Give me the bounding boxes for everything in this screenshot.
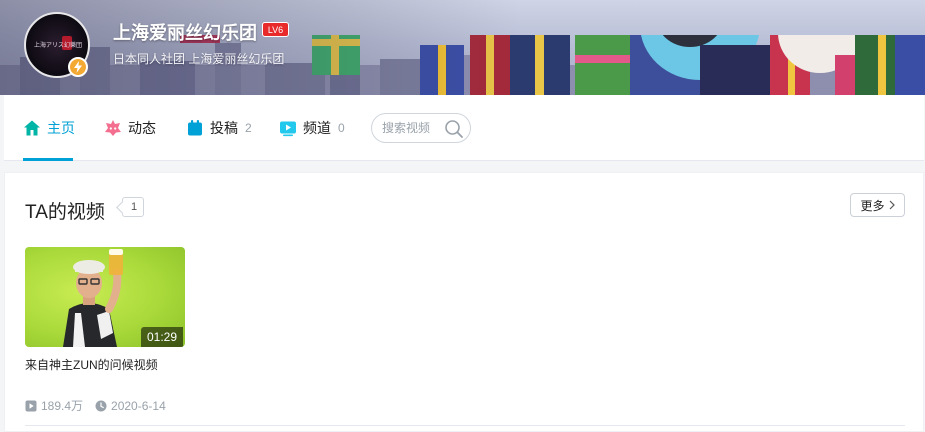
search-icon[interactable] (444, 119, 464, 139)
video-card[interactable]: 01:29 来自神主ZUN的问候视频 189.4万 2020-6-14 (25, 247, 187, 417)
tab-channel-label: 频道 (303, 120, 331, 136)
more-button-label: 更多 (860, 198, 885, 213)
active-tab-indicator (23, 158, 73, 161)
level-badge: LV6 (262, 22, 289, 37)
user-sign: 日本同人社团 上海爱丽丝幻乐团 (113, 52, 285, 66)
username: 上海爱丽丝幻乐团 (113, 23, 257, 43)
space-nav: 主页 动态 投稿 2 频道 0 (4, 95, 924, 161)
video-meta: 189.4万 2020-6-14 (25, 397, 166, 414)
section-title: TA的视频 (25, 202, 105, 223)
video-title[interactable]: 来自神主ZUN的问候视频 (25, 356, 205, 373)
play-count-icon (25, 400, 37, 411)
video-duration: 01:29 (140, 327, 183, 347)
tab-dynamic[interactable]: 动态 (104, 95, 156, 161)
chevron-right-icon (889, 200, 895, 210)
videos-panel: TA的视频 1 更多 01:29 来自神主ZUN的问候视频 189.4万 202… (4, 172, 924, 432)
home-icon (24, 120, 40, 136)
tab-channel-count: 0 (338, 121, 345, 135)
tab-upload-label: 投稿 (210, 120, 238, 136)
verified-lightning-icon (68, 57, 88, 77)
tab-home-label: 主页 (47, 120, 75, 136)
tab-upload-count: 2 (245, 121, 252, 135)
more-button[interactable]: 更多 (850, 193, 905, 217)
tab-channel[interactable]: 频道 0 (279, 95, 345, 161)
tab-dynamic-label: 动态 (128, 120, 156, 136)
clock-icon (95, 400, 107, 411)
video-thumbnail[interactable]: 01:29 (25, 247, 185, 347)
channel-icon (280, 121, 296, 137)
video-search (371, 113, 471, 143)
section-divider (25, 425, 905, 426)
upload-icon (188, 120, 202, 136)
video-count-badge: 1 (122, 197, 145, 217)
profile-banner (0, 0, 925, 95)
dynamic-icon (105, 120, 121, 136)
video-views: 189.4万 (41, 399, 84, 413)
tab-home[interactable]: 主页 (23, 95, 75, 161)
avatar-logo-text: 上海アリス幻樂団 (33, 42, 82, 49)
search-input[interactable] (382, 120, 444, 136)
tab-upload[interactable]: 投稿 2 (186, 95, 252, 161)
video-date: 2020-6-14 (111, 398, 166, 413)
